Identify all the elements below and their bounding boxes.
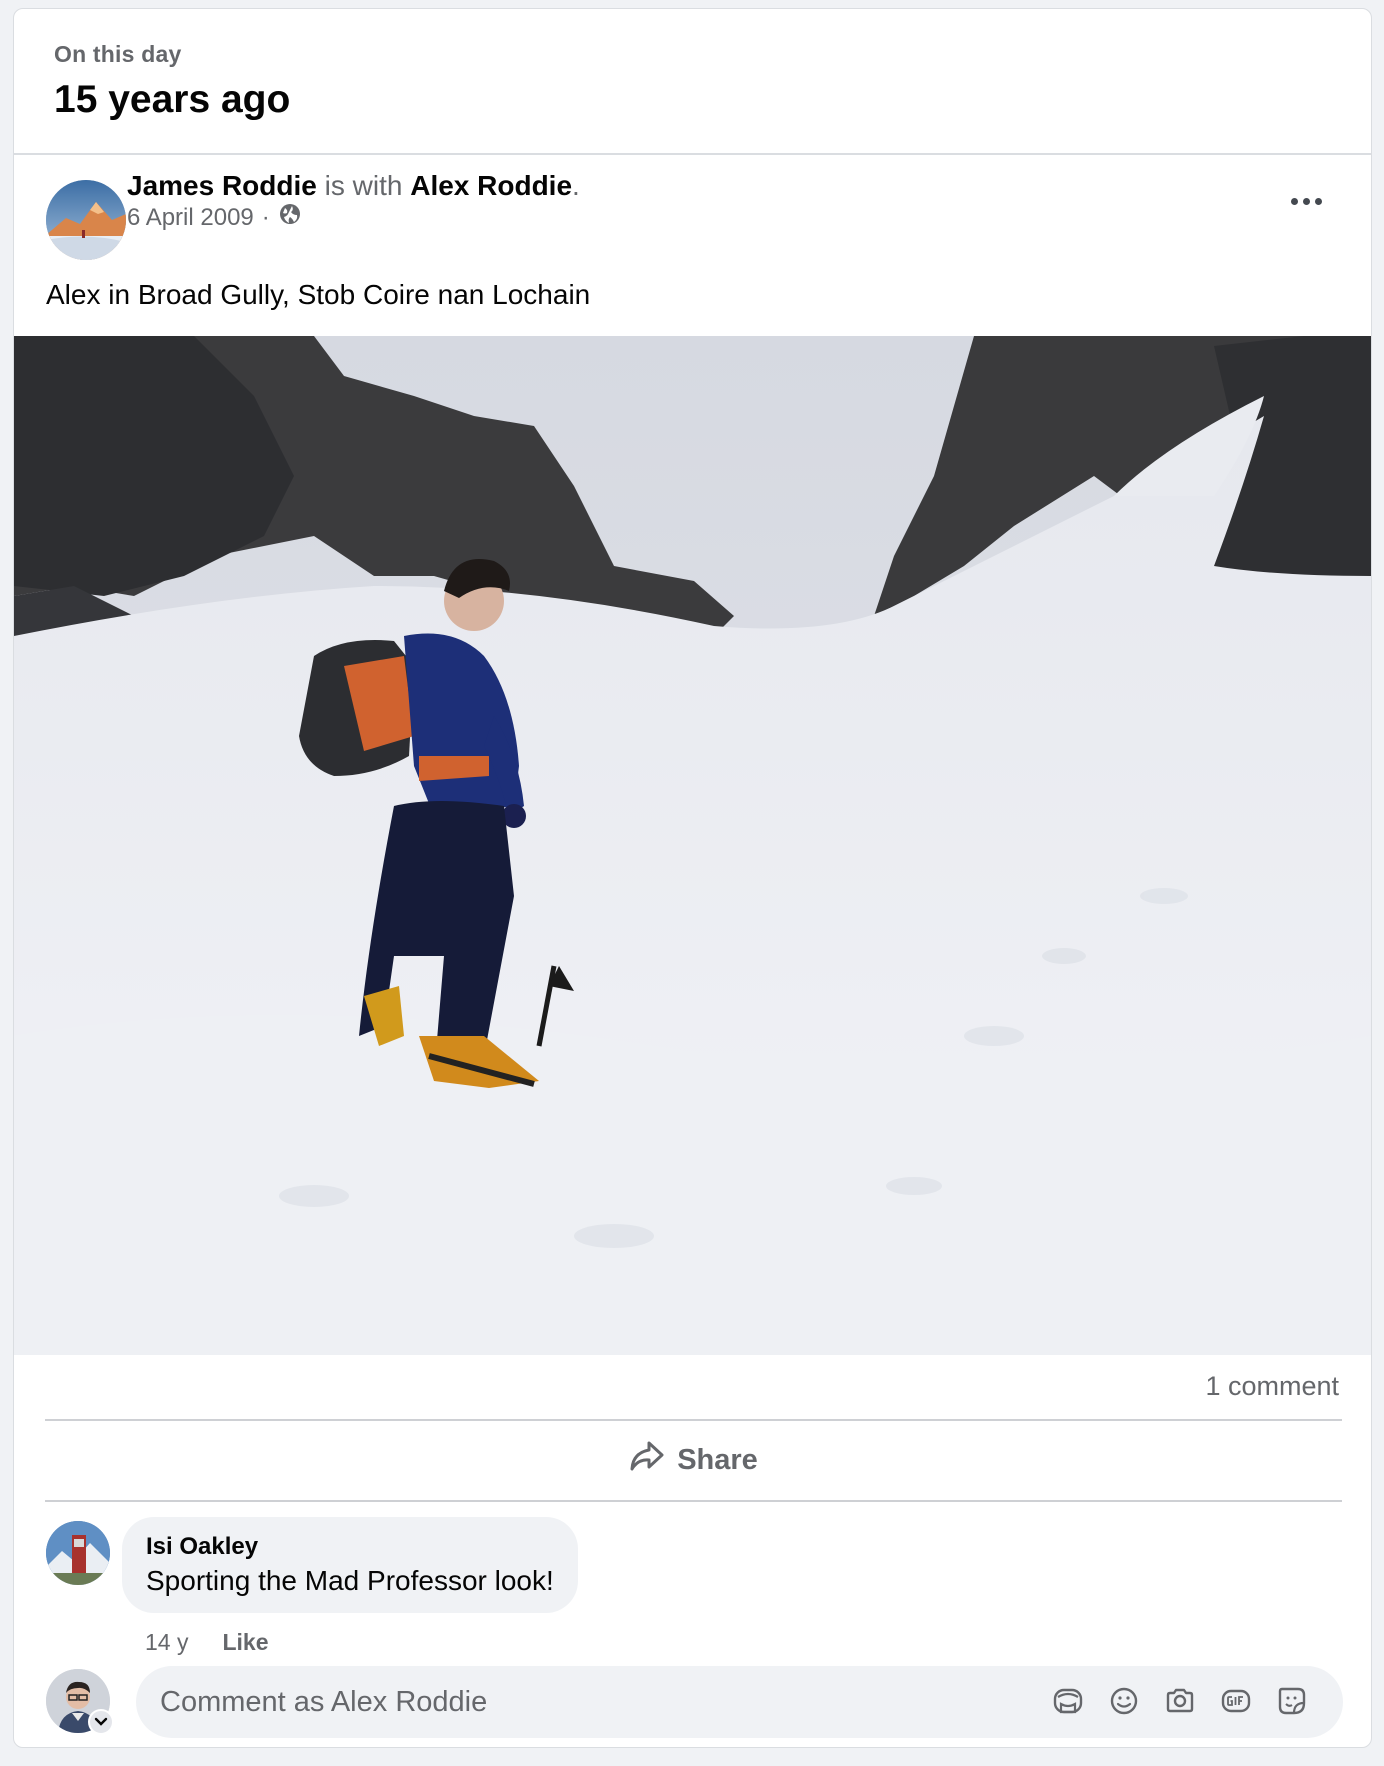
comment-actions: 14 y Like — [145, 1629, 269, 1656]
divider — [45, 1419, 1342, 1421]
comment-bubble: Isi Oakley Sporting the Mad Professor lo… — [122, 1517, 578, 1613]
more-options-button[interactable] — [1283, 189, 1329, 213]
more-dot — [1302, 197, 1310, 205]
avatar-sticker-icon[interactable] — [1052, 1685, 1084, 1717]
post-meta: 6 April 2009 · — [127, 202, 302, 233]
post-photo[interactable] — [14, 336, 1371, 1355]
memory-eyebrow: On this day — [54, 41, 182, 67]
post-author-line: James Roddie is with Alex Roddie. — [127, 170, 580, 202]
comment-count[interactable]: 1 comment — [1205, 1371, 1339, 1402]
comment-like-button[interactable]: Like — [222, 1629, 268, 1656]
current-user-avatar[interactable] — [46, 1669, 114, 1735]
memory-card: On this day 15 years ago James Roddie is… — [13, 8, 1372, 1748]
chevron-down-icon[interactable] — [88, 1709, 114, 1735]
divider — [45, 1500, 1342, 1502]
more-dot — [1314, 197, 1322, 205]
composer-icons — [1052, 1685, 1308, 1717]
comment-age[interactable]: 14 y — [145, 1629, 188, 1656]
globe-icon — [278, 202, 302, 233]
gif-icon[interactable] — [1220, 1685, 1252, 1717]
emoji-icon[interactable] — [1108, 1685, 1140, 1717]
share-button[interactable]: Share — [45, 1422, 1342, 1498]
comment-composer — [46, 1663, 1356, 1739]
tagged-person[interactable]: Alex Roddie — [410, 170, 572, 201]
meta-separator: · — [261, 203, 270, 231]
memory-title: 15 years ago — [54, 78, 291, 121]
memory-header: On this day 15 years ago — [14, 9, 1371, 155]
period: . — [572, 170, 580, 201]
comment-author[interactable]: Isi Oakley — [146, 1533, 554, 1561]
post-caption: Alex in Broad Gully, Stob Coire nan Loch… — [46, 279, 591, 310]
post-author-name[interactable]: James Roddie — [127, 170, 317, 201]
camera-icon[interactable] — [1164, 1685, 1196, 1717]
sticker-icon[interactable] — [1276, 1685, 1308, 1717]
with-text: is with — [324, 170, 403, 201]
author-avatar[interactable] — [46, 180, 126, 260]
commenter-avatar[interactable] — [46, 1521, 110, 1585]
more-dot — [1290, 197, 1298, 205]
share-icon — [629, 1440, 665, 1480]
post-date[interactable]: 6 April 2009 — [127, 204, 254, 232]
comment-text: Sporting the Mad Professor look! — [146, 1565, 554, 1596]
share-label: Share — [677, 1443, 758, 1476]
